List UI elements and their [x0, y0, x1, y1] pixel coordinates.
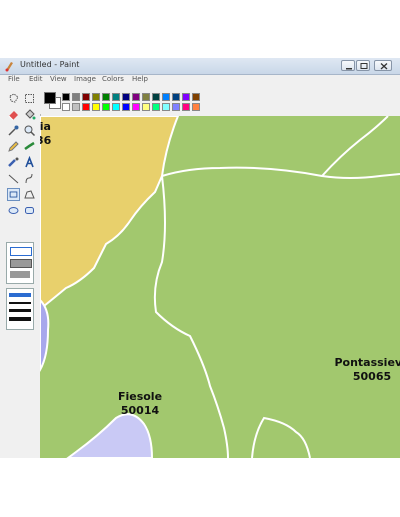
minimize-icon — [346, 68, 352, 70]
color-palette — [40, 88, 400, 114]
drawing-canvas[interactable]: lia 36 Fiesole 50014 Pontassieve 50065 — [40, 116, 400, 458]
place-name: Fiesole — [117, 390, 163, 403]
color-swatch[interactable] — [182, 93, 190, 101]
close-button[interactable] — [374, 60, 392, 71]
color-picker-icon[interactable] — [7, 124, 20, 137]
color-swatch[interactable] — [72, 93, 80, 101]
eraser-icon[interactable] — [7, 108, 20, 121]
menu-file[interactable]: File — [8, 75, 20, 83]
line-width-4[interactable] — [9, 317, 31, 321]
map-image — [40, 116, 400, 458]
fill-outline-filled-option[interactable] — [10, 259, 32, 268]
color-swatch[interactable] — [142, 93, 150, 101]
menu-colors[interactable]: Colors — [102, 75, 124, 83]
color-swatch[interactable] — [172, 93, 180, 101]
window-title: Untitled - Paint — [20, 60, 80, 69]
color-swatch[interactable] — [192, 103, 200, 111]
pencil-icon[interactable] — [7, 140, 20, 153]
color-swatch[interactable] — [82, 93, 90, 101]
rect-select-icon[interactable] — [23, 92, 36, 105]
place-name: lia — [40, 120, 51, 133]
foreground-color[interactable] — [44, 92, 56, 104]
close-icon — [380, 63, 388, 70]
color-swatch[interactable] — [182, 103, 190, 111]
color-swatch[interactable] — [162, 103, 170, 111]
menu-help[interactable]: Help — [132, 75, 148, 83]
current-colors[interactable] — [43, 91, 61, 109]
color-swatch[interactable] — [92, 103, 100, 111]
place-code: 50065 — [352, 370, 392, 383]
color-swatch[interactable] — [82, 103, 90, 111]
line-width-3[interactable] — [9, 309, 31, 312]
line-width-1[interactable] — [9, 293, 31, 297]
color-swatch[interactable] — [132, 103, 140, 111]
polygon-icon[interactable] — [23, 188, 36, 201]
maximize-icon — [360, 63, 368, 69]
line-icon[interactable] — [7, 172, 20, 185]
color-swatch[interactable] — [62, 103, 70, 111]
color-swatch[interactable] — [112, 103, 120, 111]
curve-icon[interactable] — [23, 172, 36, 185]
place-code: 50014 — [120, 404, 160, 417]
color-swatch[interactable] — [172, 103, 180, 111]
fill-outline-option[interactable] — [10, 247, 32, 256]
airbrush-icon[interactable] — [7, 156, 20, 169]
place-label-pontassieve: Pontassieve 50065 — [322, 356, 400, 383]
place-label-fiesole: Fiesole 50014 — [100, 390, 180, 417]
brush-icon[interactable] — [23, 140, 36, 153]
menu-view[interactable]: View — [50, 75, 67, 83]
rectangle-icon[interactable] — [7, 188, 20, 201]
fill-bucket-icon[interactable] — [23, 108, 36, 121]
text-icon[interactable] — [23, 156, 36, 169]
color-swatch[interactable] — [62, 93, 70, 101]
color-swatch[interactable] — [92, 93, 100, 101]
ellipse-icon[interactable] — [7, 204, 20, 217]
menu-image[interactable]: Image — [74, 75, 96, 83]
line-width-2[interactable] — [9, 302, 31, 304]
magnifier-icon[interactable] — [23, 124, 36, 137]
color-swatch[interactable] — [102, 93, 110, 101]
color-swatch[interactable] — [132, 93, 140, 101]
color-swatch[interactable] — [162, 93, 170, 101]
paint-window: Untitled - Paint File Edit View Image Co… — [0, 58, 400, 458]
color-swatch[interactable] — [112, 93, 120, 101]
title-bar[interactable]: Untitled - Paint — [0, 58, 400, 75]
rounded-rectangle-icon[interactable] — [23, 204, 36, 217]
place-label-lia: lia 36 — [40, 120, 51, 147]
color-swatch[interactable] — [102, 103, 110, 111]
color-swatch[interactable] — [72, 103, 80, 111]
color-swatch[interactable] — [152, 103, 160, 111]
color-swatch[interactable] — [122, 103, 130, 111]
free-select-icon[interactable] — [7, 92, 20, 105]
paint-app-icon — [5, 62, 13, 72]
fill-style-options — [6, 242, 34, 284]
menu-bar: File Edit View Image Colors Help — [0, 75, 400, 86]
color-swatch[interactable] — [152, 93, 160, 101]
fill-solid-option[interactable] — [10, 271, 30, 278]
maximize-button[interactable] — [356, 60, 370, 71]
menu-edit[interactable]: Edit — [29, 75, 43, 83]
place-name: Pontassieve — [334, 356, 400, 369]
toolbox — [0, 88, 41, 458]
color-swatch[interactable] — [142, 103, 150, 111]
place-code: 36 — [40, 134, 52, 147]
minimize-button[interactable] — [341, 60, 355, 71]
line-width-options — [6, 288, 34, 330]
color-swatch[interactable] — [122, 93, 130, 101]
color-swatch[interactable] — [192, 93, 200, 101]
